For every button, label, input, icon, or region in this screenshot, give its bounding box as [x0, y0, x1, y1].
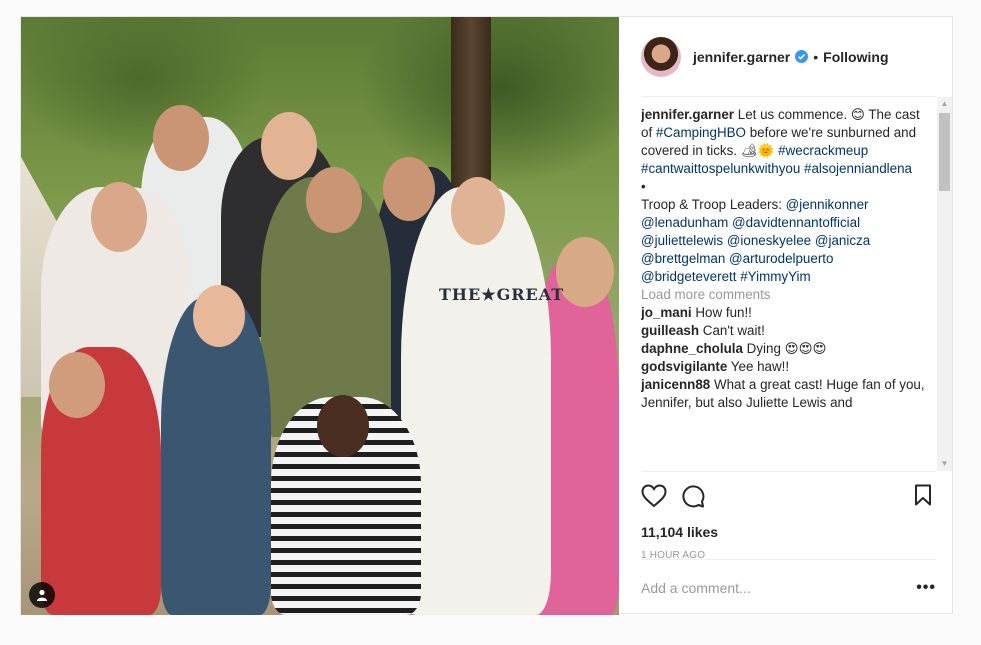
- action-icons: [641, 484, 936, 514]
- load-more-comments-button[interactable]: Load more comments: [641, 286, 931, 304]
- head: [153, 105, 209, 171]
- comment-username[interactable]: jo_mani: [641, 305, 692, 320]
- more-options-button[interactable]: •••: [916, 579, 936, 597]
- hashtag-link[interactable]: #CampingHBO: [656, 125, 746, 140]
- avatar[interactable]: [641, 36, 681, 77]
- hashtag-link[interactable]: #YimmyYim: [740, 269, 810, 284]
- comment-row: jo_mani How fun!!: [641, 304, 931, 322]
- add-comment-input[interactable]: Add a comment...: [641, 580, 751, 596]
- shirt-print: THE★GREAT: [439, 285, 565, 304]
- mention-link[interactable]: @lenadunham: [641, 215, 728, 230]
- comment-bubble-icon[interactable]: [681, 484, 705, 513]
- post-card: THE★GREAT jennifer.garner • Following je…: [20, 16, 954, 615]
- comment-username[interactable]: godsvigilante: [641, 359, 727, 374]
- hashtag-link[interactable]: #alsojenniandlena: [804, 161, 912, 176]
- add-comment-bar: Add a comment... •••: [641, 559, 936, 616]
- mention-link[interactable]: @juliettelewis: [641, 233, 723, 248]
- head: [383, 157, 435, 221]
- mention-link[interactable]: @ioneskyelee: [727, 233, 811, 248]
- hashtag-link[interactable]: #wecrackmeup: [778, 143, 868, 158]
- comment-username[interactable]: guilleash: [641, 323, 699, 338]
- scrollbar-thumb[interactable]: [939, 113, 950, 191]
- separator: •: [813, 48, 819, 65]
- hashtag-link[interactable]: #cantwaittospelunkwithyou: [641, 161, 800, 176]
- post-header: jennifer.garner • Following: [641, 17, 936, 97]
- caption: jennifer.garner Let us commence. 😊 The c…: [641, 106, 931, 286]
- verified-badge-icon: [795, 50, 809, 63]
- head: [306, 167, 362, 233]
- mention-link[interactable]: @jennikonner: [786, 197, 869, 212]
- comment-text: Yee haw!!: [730, 359, 790, 374]
- comment-row: daphne_cholula Dying 😍😍😍: [641, 340, 931, 358]
- head: [91, 182, 147, 252]
- post-sidebar: jennifer.garner • Following jennifer.gar…: [619, 17, 954, 615]
- head: [556, 237, 614, 307]
- heart-icon[interactable]: [641, 484, 667, 513]
- post-photo[interactable]: THE★GREAT: [21, 17, 619, 615]
- comment-username[interactable]: daphne_cholula: [641, 341, 743, 356]
- comment-text: Dying 😍😍😍: [746, 341, 827, 356]
- head: [193, 285, 245, 347]
- post-actions: 11,104 likes 1 HOUR AGO: [641, 471, 936, 561]
- mention-link[interactable]: @janicza: [815, 233, 870, 248]
- caption-bullet: •: [641, 179, 646, 194]
- head: [317, 395, 369, 457]
- comment-row: janicenn88 What a great cast! Huge fan o…: [641, 376, 931, 412]
- bookmark-icon[interactable]: [914, 484, 932, 511]
- comments-list[interactable]: jennifer.garner Let us commence. 😊 The c…: [641, 106, 931, 471]
- comment-row: guilleash Can't wait!: [641, 322, 931, 340]
- following-button[interactable]: Following: [823, 49, 888, 65]
- scroll-up-icon[interactable]: ▲: [937, 97, 952, 111]
- person: [401, 187, 551, 615]
- head: [451, 177, 505, 245]
- mention-link[interactable]: @davidtennantofficial: [732, 215, 860, 230]
- comments-scrollbar[interactable]: ▲ ▼: [937, 97, 952, 471]
- comment-username[interactable]: janicenn88: [641, 377, 710, 392]
- mention-link[interactable]: @brettgelman: [641, 251, 725, 266]
- caption-text: Troop & Troop Leaders:: [641, 197, 782, 212]
- person-tag-icon[interactable]: [29, 582, 55, 608]
- scroll-down-icon[interactable]: ▼: [937, 457, 952, 471]
- username-link[interactable]: jennifer.garner: [693, 49, 790, 65]
- comment-row: godsvigilante Yee haw!!: [641, 358, 931, 376]
- comment-text: Can't wait!: [702, 323, 765, 338]
- mention-link[interactable]: @arturodelpuerto: [729, 251, 833, 266]
- head: [49, 352, 105, 418]
- comment-text: How fun!!: [695, 305, 752, 320]
- caption-username[interactable]: jennifer.garner: [641, 107, 734, 122]
- head: [261, 112, 317, 180]
- likes-count[interactable]: 11,104 likes: [641, 524, 718, 540]
- mention-link[interactable]: @bridgeteverett: [641, 269, 736, 284]
